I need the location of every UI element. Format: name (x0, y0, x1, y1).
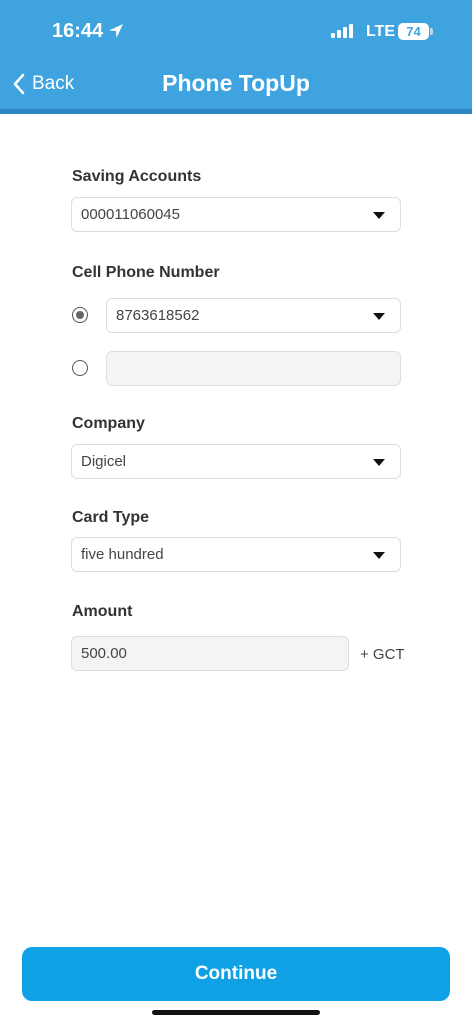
phone-option-radio-1[interactable] (72, 307, 88, 323)
signal-bars-icon (331, 24, 353, 38)
amount-field[interactable]: 500.00 (71, 636, 349, 671)
caret-down-icon (373, 552, 385, 559)
radio-selected-dot (75, 310, 84, 319)
company-select[interactable]: Digicel (71, 444, 401, 479)
battery-tip (430, 28, 433, 35)
header-divider (0, 109, 472, 114)
amount-value: 500.00 (81, 645, 127, 662)
location-arrow-icon (109, 24, 123, 38)
continue-label: Continue (194, 963, 278, 984)
continue-button[interactable]: Continue (22, 947, 450, 1001)
amount-label: Amount (72, 603, 133, 620)
network-type: LTE (366, 23, 396, 40)
battery-icon: 74 (398, 23, 429, 40)
caret-down-icon (373, 212, 385, 219)
saving-accounts-label: Saving Accounts (72, 168, 202, 185)
phone-number-select[interactable]: 8763618562 (106, 298, 401, 333)
saving-accounts-select[interactable]: 000011060045 (71, 197, 401, 232)
caret-down-icon (373, 459, 385, 466)
other-phone-number-input[interactable] (106, 351, 401, 386)
card-type-value: five hundred (81, 546, 164, 563)
home-indicator (152, 1010, 320, 1015)
company-value: Digicel (81, 453, 127, 470)
page-title: Phone TopUp (162, 70, 310, 96)
saving-accounts-value: 000011060045 (81, 206, 180, 223)
caret-down-icon (373, 313, 385, 320)
company-label: Company (72, 415, 145, 432)
phone-number-value: 8763618562 (116, 307, 200, 324)
amount-suffix: + GCT (360, 646, 405, 663)
status-time: 16:44 (52, 20, 104, 42)
card-type-select[interactable]: five hundred (71, 537, 401, 572)
phone-option-radio-2[interactable] (72, 360, 88, 376)
card-type-label: Card Type (72, 509, 150, 526)
cell-phone-label: Cell Phone Number (72, 264, 220, 281)
